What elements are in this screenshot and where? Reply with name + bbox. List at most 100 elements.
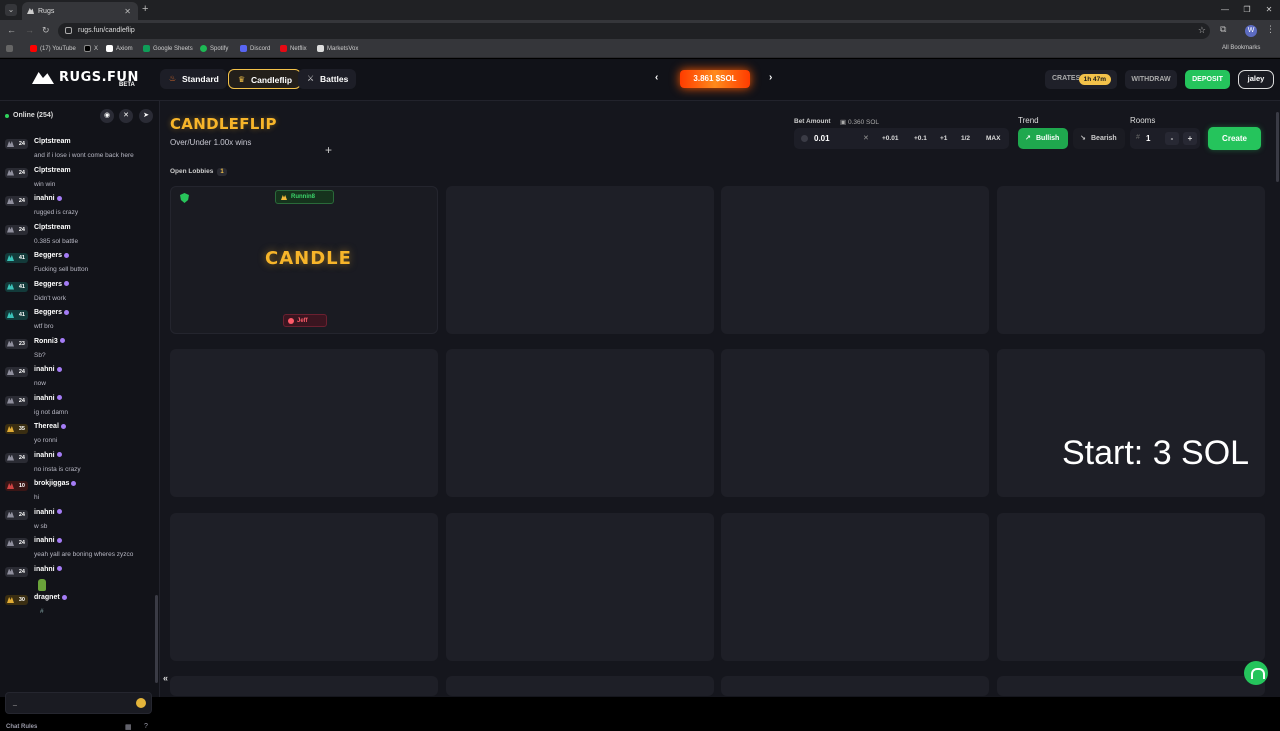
site-info-icon[interactable] [65, 27, 72, 34]
chat-rules-link[interactable]: Chat Rules [6, 724, 37, 730]
user-profile-button[interactable]: jaley [1238, 70, 1274, 89]
all-bookmarks-link[interactable]: All Bookmarks [1222, 45, 1260, 51]
bookmark-x[interactable]: X [84, 45, 98, 52]
create-button[interactable]: Create [1208, 127, 1261, 150]
bookmark-spotify[interactable]: Spotify [200, 45, 228, 52]
rugs-favicon-icon [27, 8, 34, 14]
chat-username[interactable]: inahni [34, 195, 62, 202]
chat-message: 23 Ronni3 Sb? [0, 335, 154, 364]
chat-username[interactable]: Clptstream [34, 167, 71, 174]
chat-username[interactable]: inahni [34, 395, 62, 402]
deposit-button[interactable]: DEPOSIT [1185, 70, 1230, 89]
tab-search-button[interactable]: ⌄ [5, 4, 17, 16]
flame-icon: ♨ [169, 74, 177, 83]
chat-messages[interactable]: 24 Clptstream and if i lose i wont come ba… [0, 135, 154, 643]
forward-icon[interactable]: → [25, 25, 34, 35]
chat-input[interactable]: _ [5, 692, 152, 714]
rooms-stepper[interactable]: # 1 - + [1130, 128, 1200, 149]
chat-username[interactable]: Beggers [34, 309, 70, 316]
logo-mark-icon [32, 72, 54, 84]
verified-icon [56, 452, 62, 458]
chat-username[interactable]: inahni [34, 509, 62, 516]
jackpot-next-arrow[interactable]: › [769, 72, 772, 83]
url-text: rugs.fun/candleflip [78, 27, 135, 34]
bearish-button[interactable]: ↘ Bearish [1073, 128, 1125, 149]
profile-avatar[interactable]: W [1245, 25, 1257, 37]
quick-bet-0.01[interactable]: +0.01 [882, 135, 898, 142]
chat-username[interactable]: Beggers [34, 281, 70, 288]
close-tab-icon[interactable]: ✕ [124, 7, 131, 16]
verified-icon [56, 395, 62, 401]
level-badge: 24 [5, 167, 28, 178]
clear-bet-icon[interactable]: ✕ [863, 134, 869, 142]
lobby-bettor-badge: Jeff [283, 314, 327, 327]
chat-username[interactable]: Beggers [34, 252, 70, 259]
quick-bet-half[interactable]: 1/2 [961, 135, 970, 142]
chat-scrollbar[interactable] [155, 595, 158, 683]
crates-button[interactable]: CRATES 1h 47m [1045, 70, 1117, 89]
bookmark-youtube[interactable]: (17) YouTube [30, 45, 76, 52]
reload-icon[interactable]: ↻ [42, 25, 50, 36]
tab-battles[interactable]: ⚔ Battles [298, 69, 357, 89]
close-window-icon[interactable]: ✕ [1258, 0, 1280, 20]
browser-tab[interactable]: Rugs ✕ [22, 2, 138, 20]
help-icon[interactable]: ? [144, 723, 148, 730]
rugs-logo[interactable]: RUGS.FUN BETA [32, 69, 138, 91]
chat-username[interactable]: brokjiggas [34, 480, 77, 487]
new-tab-button[interactable]: + [142, 3, 148, 15]
bet-amount-field[interactable]: 0.01 ✕ +0.01 +0.1 +1 1/2 MAX [794, 128, 1009, 149]
verified-icon [64, 252, 70, 258]
maximize-icon[interactable]: ❐ [1236, 0, 1258, 20]
chat-username[interactable]: dragnet [34, 594, 67, 601]
bookmark-google-sheets[interactable]: Google Sheets [143, 45, 193, 52]
bullish-button[interactable]: ↗ Bullish [1018, 128, 1068, 149]
main-scrollbar[interactable] [1276, 112, 1279, 182]
quick-bet-max[interactable]: MAX [986, 135, 1000, 142]
bookmark-star-icon[interactable]: ☆ [1198, 25, 1206, 36]
chat-username[interactable]: Ronni3 [34, 338, 65, 345]
jackpot-prev-arrow[interactable]: ‹ [655, 72, 658, 83]
back-icon[interactable]: ← [7, 25, 16, 35]
collapse-sidebar-icon[interactable]: « [163, 673, 168, 683]
chat-username[interactable]: Clptstream [34, 138, 71, 145]
discord-icon[interactable]: ◉ [100, 109, 114, 123]
chat-username[interactable]: inahni [34, 452, 62, 459]
quick-bet-0.1[interactable]: +0.1 [914, 135, 927, 142]
empty-lobby-slot [170, 349, 438, 497]
withdraw-button[interactable]: WITHDRAW [1125, 70, 1177, 89]
chat-username[interactable]: Thereal [34, 423, 66, 430]
url-input[interactable]: rugs.fun/candleflip ☆ [58, 23, 1210, 39]
rooms-decrement-button[interactable]: - [1165, 132, 1179, 145]
chat-username[interactable]: inahni [34, 366, 62, 373]
chat-message: 24 inahni rugged is crazy [0, 192, 154, 221]
open-lobbies-label: Open Lobbies 1 [170, 168, 227, 176]
quick-bet-1[interactable]: +1 [940, 135, 947, 142]
telegram-icon[interactable]: ➤ [139, 109, 153, 123]
mouse-cursor-icon: + [325, 143, 333, 157]
chat-username[interactable]: Clptstream [34, 224, 71, 231]
browser-tab-strip: ⌄ Rugs ✕ + — ❐ ✕ [0, 0, 1280, 20]
bookmark-marketsvox[interactable]: MarketsVox [317, 45, 358, 52]
chat-username[interactable]: inahni [34, 537, 62, 544]
bookmarks-bar: (17) YouTube X Axiom Google Sheets Spoti… [0, 42, 1280, 58]
tab-standard[interactable]: ♨ Standard [160, 69, 227, 89]
chat-settings-icon[interactable]: ▦ [125, 723, 132, 731]
bookmark-discord[interactable]: Discord [240, 45, 270, 52]
bookmark-axiom[interactable]: Axiom [106, 45, 133, 52]
chat-username[interactable]: inahni [34, 566, 62, 573]
bookmark-netflix[interactable]: Netflix [280, 45, 307, 52]
tab-candleflip[interactable]: ♛ Candleflip [228, 69, 302, 89]
x-icon[interactable]: ✕ [119, 109, 133, 123]
support-chat-button[interactable] [1244, 661, 1268, 685]
chat-message-text: and if i lose i wont come back here [34, 152, 134, 159]
lobby-runner-badge: Runnin8 [275, 190, 334, 204]
rooms-label: Rooms [1130, 116, 1156, 125]
chat-message: 41 Beggers Fucking sell button [0, 249, 154, 278]
browser-menu-icon[interactable]: ⋮ [1266, 24, 1275, 35]
chat-message: 35 Thereal yo ronni [0, 420, 154, 449]
minimize-icon[interactable]: — [1214, 0, 1236, 20]
rooms-increment-button[interactable]: + [1183, 132, 1197, 145]
extensions-icon[interactable]: ⧉ [1220, 24, 1226, 35]
emoji-picker-icon[interactable] [136, 698, 146, 708]
apps-icon[interactable] [6, 45, 13, 52]
